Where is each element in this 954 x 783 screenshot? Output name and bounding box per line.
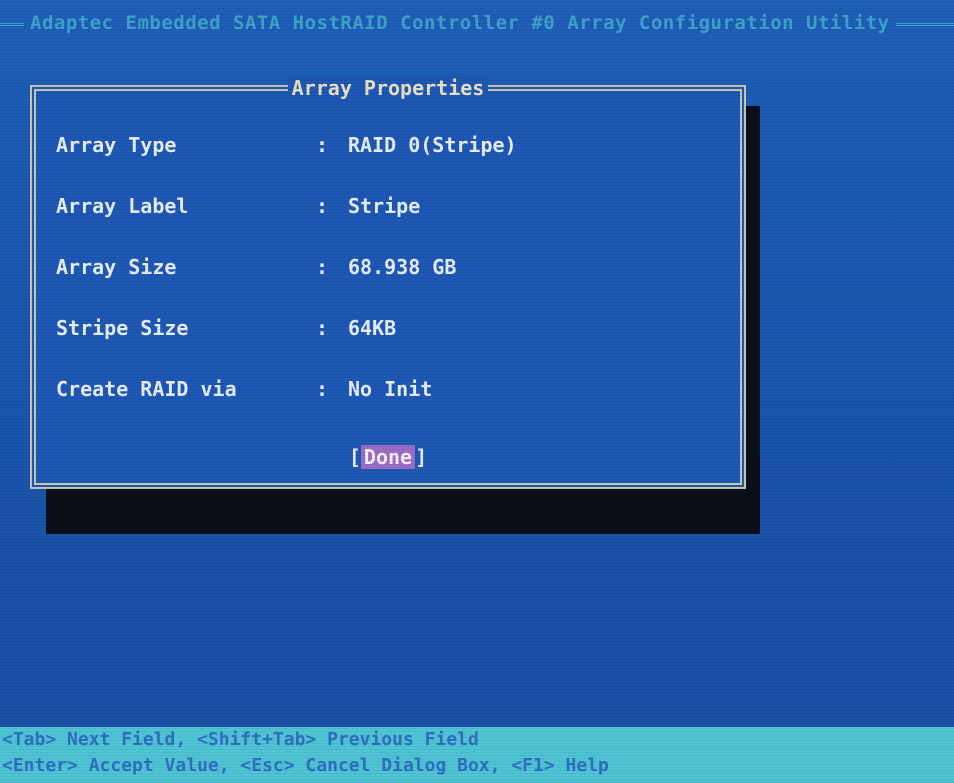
field-label: Create RAID via <box>56 377 237 401</box>
key-help-bar: <Tab> Next Field, <Shift+Tab> Previous F… <box>0 727 954 783</box>
dialog-title-wrap: Array Properties <box>36 76 740 100</box>
field-value[interactable]: No Init <box>348 375 432 403</box>
field-label: Array Size <box>56 255 177 279</box>
title-rule-fill <box>895 22 954 26</box>
field-value[interactable]: 64KB <box>348 314 396 342</box>
field-value[interactable]: 68.938 GB <box>348 253 456 281</box>
utility-title: Adaptec Embedded SATA HostRAID Controlle… <box>30 12 890 34</box>
field-colon: : <box>316 133 329 157</box>
field-label: Stripe Size <box>56 316 189 340</box>
field-label: Array Type <box>56 133 177 157</box>
field-create-raid-via[interactable]: Create RAID via : No Init <box>56 375 720 436</box>
field-colon: : <box>316 194 329 218</box>
property-rows: Array Type : RAID 0(Stripe) Array Label … <box>56 131 720 436</box>
array-properties-dialog: Array Properties Array Type : RAID 0(Str… <box>30 76 746 489</box>
field-colon: : <box>316 255 329 279</box>
field-value[interactable]: Stripe <box>348 192 420 220</box>
field-value[interactable]: RAID 0(Stripe) <box>348 131 517 159</box>
help-line-navigation: <Tab> Next Field, <Shift+Tab> Previous F… <box>2 729 479 750</box>
done-button[interactable]: Done <box>360 445 416 469</box>
done-button-wrap: [Done] <box>36 445 740 469</box>
done-bracket-close: ] <box>415 445 428 469</box>
done-bracket-open: [ <box>348 445 361 469</box>
dialog-title: Array Properties <box>287 76 489 100</box>
title-rule-left <box>0 22 24 26</box>
field-colon: : <box>316 377 329 401</box>
field-colon: : <box>316 316 329 340</box>
field-array-label[interactable]: Array Label : Stripe <box>56 192 720 253</box>
field-array-type[interactable]: Array Type : RAID 0(Stripe) <box>56 131 720 192</box>
field-array-size[interactable]: Array Size : 68.938 GB <box>56 253 720 314</box>
bios-screen: Adaptec Embedded SATA HostRAID Controlle… <box>0 0 954 783</box>
field-stripe-size[interactable]: Stripe Size : 64KB <box>56 314 720 375</box>
field-label: Array Label <box>56 194 189 218</box>
title-bar: Adaptec Embedded SATA HostRAID Controlle… <box>0 6 954 40</box>
help-line-actions: <Enter> Accept Value, <Esc> Cancel Dialo… <box>2 755 609 776</box>
